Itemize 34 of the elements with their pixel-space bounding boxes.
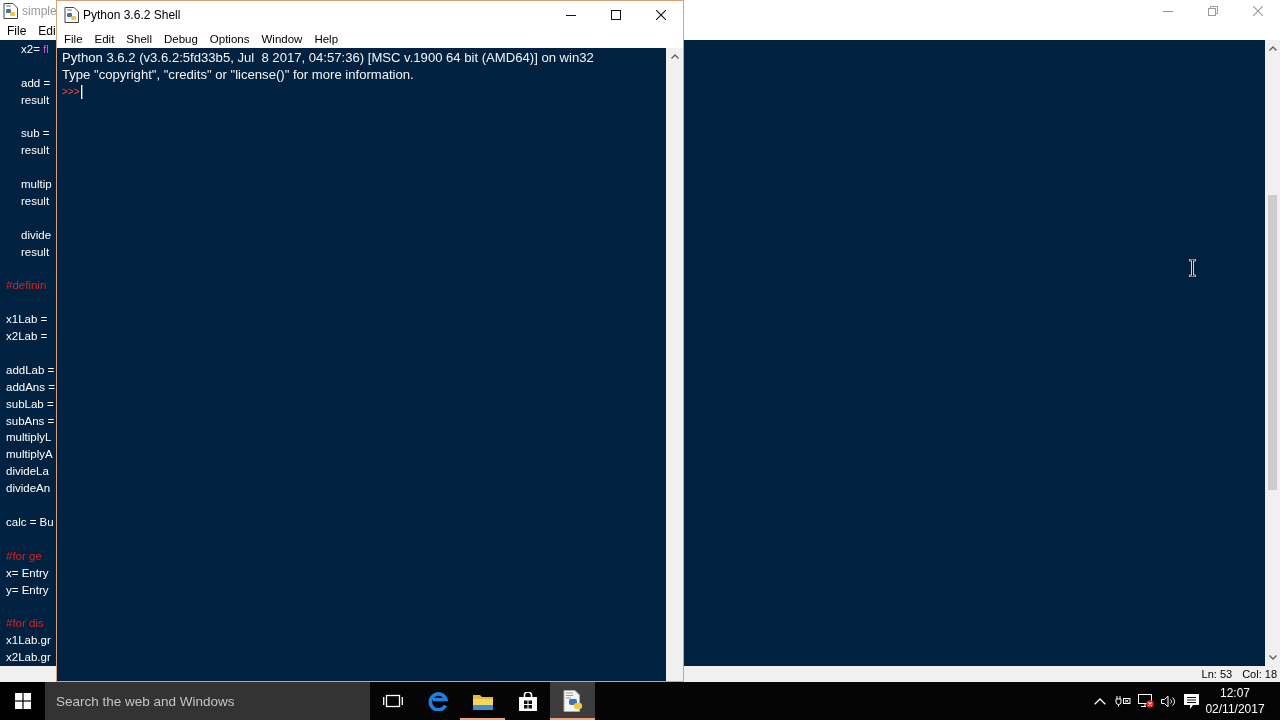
output-line: Python 3.6.2 (v3.6.2:5fd33b5, Jul 8 2017, 04:57:36) [MSC v.1900 64 bit (AMD64)] on win32 (62, 49, 594, 66)
code-line: divide (20, 227, 52, 243)
output-line: Type "copyright", "credits" or "license()" for more information. (62, 66, 414, 83)
code-comment: #definin (6, 278, 47, 294)
status-text: Ln: 53 (1201, 668, 1233, 680)
code-line: add = (20, 75, 51, 91)
code-line: multip (20, 177, 52, 193)
code-line: calc = Bu (6, 514, 54, 530)
code-line: x1Lab.gr (6, 633, 51, 649)
code-line: x= Entry (6, 565, 49, 581)
code-line: x2Lab = (6, 329, 48, 345)
code-line: addAns = (6, 379, 55, 395)
code-line: sub = (20, 126, 50, 142)
code-line: addLab = (6, 362, 55, 378)
code-line: subLab = (6, 396, 54, 412)
code-line: result (20, 244, 50, 260)
code-line: result (20, 92, 50, 108)
window-title: simple (22, 4, 57, 18)
code-line: multiplyA (6, 447, 53, 463)
code-line: multiplyL (6, 430, 52, 446)
code-line: result (20, 194, 50, 209)
window-title: Python 3.6.2 Shell (83, 8, 181, 22)
status-text: Col: 18 (1242, 668, 1277, 680)
code-line: x2Lab.gr (6, 650, 51, 666)
code-line: divideAn (6, 481, 51, 497)
code-line: y= Entry (6, 582, 49, 598)
code-comment: #for dis (6, 616, 44, 632)
code-line: x1Lab = (6, 312, 48, 328)
code-line: result (20, 143, 50, 159)
code-line: x2= fl (20, 42, 49, 57)
shell-prompt: >>> (62, 85, 80, 99)
code-line: subAns = (6, 413, 55, 429)
code-comment: #for ge (6, 548, 42, 564)
code-line: divideLa (6, 464, 49, 480)
